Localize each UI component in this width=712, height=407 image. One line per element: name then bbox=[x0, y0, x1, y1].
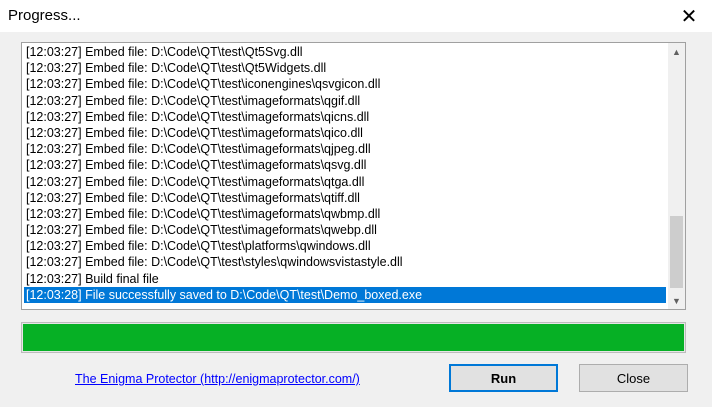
log-line[interactable]: [12:03:27] Embed file: D:\Code\QT\test\i… bbox=[24, 206, 666, 222]
vertical-scrollbar[interactable]: ▲ ▼ bbox=[668, 43, 685, 309]
progress-fill bbox=[23, 324, 684, 351]
log-line[interactable]: [12:03:27] Embed file: D:\Code\QT\test\Q… bbox=[24, 60, 666, 76]
log-line[interactable]: [12:03:27] Embed file: D:\Code\QT\test\i… bbox=[24, 76, 666, 92]
log-line[interactable]: [12:03:27] Embed file: D:\Code\QT\test\i… bbox=[24, 109, 666, 125]
scroll-down-icon[interactable]: ▼ bbox=[668, 292, 685, 309]
log-line[interactable]: [12:03:28] File successfully saved to D:… bbox=[24, 286, 666, 303]
log-line[interactable]: [12:03:27] Embed file: D:\Code\QT\test\i… bbox=[24, 141, 666, 157]
run-button[interactable]: Run bbox=[449, 364, 558, 392]
log-line[interactable]: [12:03:27] Embed file: D:\Code\QT\test\Q… bbox=[24, 44, 666, 60]
log-line[interactable]: [12:03:27] Embed file: D:\Code\QT\test\i… bbox=[24, 174, 666, 190]
log-line[interactable]: [12:03:27] Embed file: D:\Code\QT\test\i… bbox=[24, 222, 666, 238]
log-line[interactable]: [12:03:27] Embed file: D:\Code\QT\test\i… bbox=[24, 93, 666, 109]
enigma-protector-link[interactable]: The Enigma Protector (http://enigmaprote… bbox=[75, 372, 360, 386]
progress-bar bbox=[21, 322, 686, 353]
log-line[interactable]: [12:03:27] Embed file: D:\Code\QT\test\p… bbox=[24, 238, 666, 254]
title-bar: Progress... ✕ bbox=[0, 0, 712, 32]
log-lines: [12:03:27] Embed file: D:\Code\QT\test\Q… bbox=[24, 44, 666, 303]
close-button[interactable]: Close bbox=[579, 364, 688, 392]
log-line[interactable]: [12:03:27] Build final file bbox=[24, 271, 666, 287]
log-line[interactable]: [12:03:27] Embed file: D:\Code\QT\test\i… bbox=[24, 157, 666, 173]
close-icon: ✕ bbox=[680, 5, 698, 28]
log-line[interactable]: [12:03:27] Embed file: D:\Code\QT\test\i… bbox=[24, 125, 666, 141]
log-line[interactable]: [12:03:27] Embed file: D:\Code\QT\test\i… bbox=[24, 190, 666, 206]
log-line[interactable]: [12:03:27] Embed file: D:\Code\QT\test\s… bbox=[24, 254, 666, 270]
scroll-thumb[interactable] bbox=[670, 216, 683, 288]
scroll-up-icon[interactable]: ▲ bbox=[668, 43, 685, 60]
window-title: Progress... bbox=[8, 7, 81, 24]
close-window-button[interactable]: ✕ bbox=[666, 0, 712, 32]
log-listbox[interactable]: [12:03:27] Embed file: D:\Code\QT\test\Q… bbox=[21, 42, 686, 310]
